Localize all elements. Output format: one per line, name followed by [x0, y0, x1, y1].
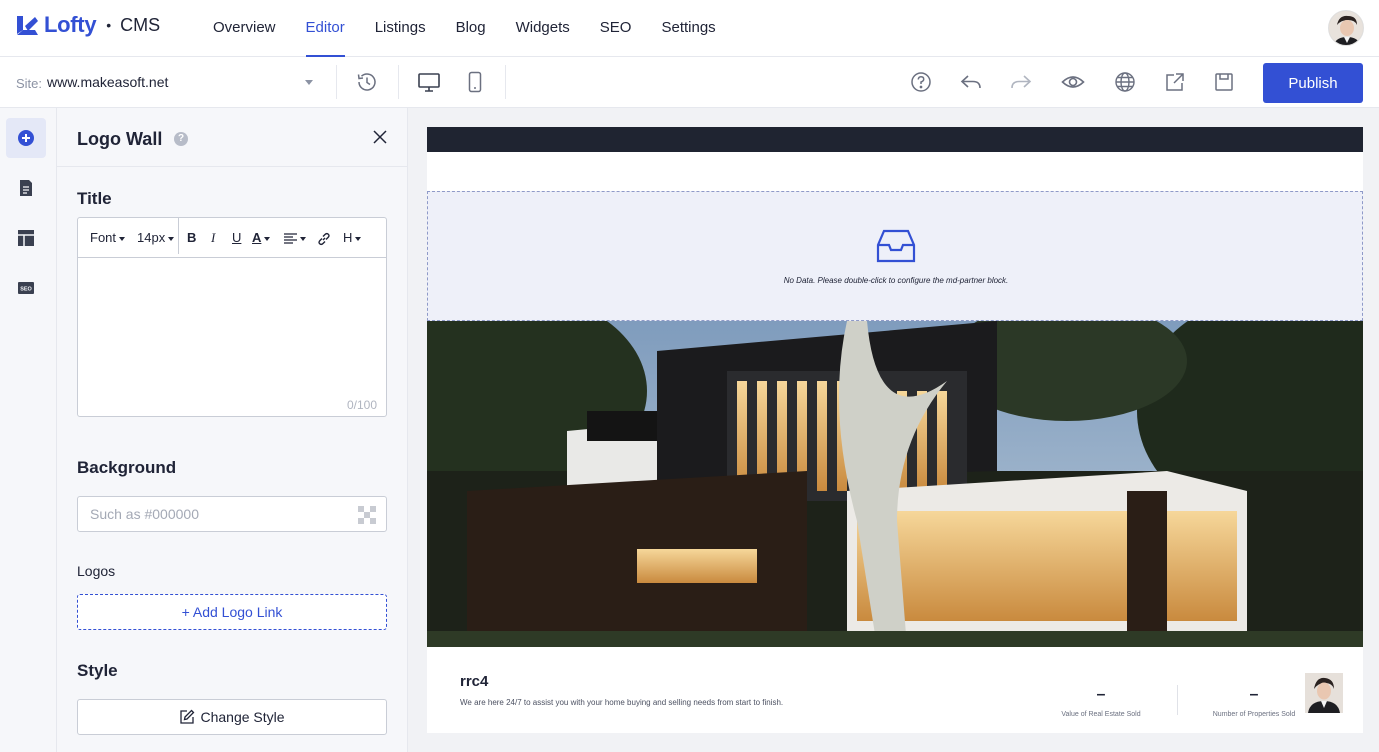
- site-dropdown-caret-icon[interactable]: [305, 80, 313, 85]
- site-header-bar: [427, 127, 1363, 152]
- font-family-dropdown[interactable]: Font: [90, 230, 126, 245]
- nav-seo[interactable]: SEO: [585, 0, 647, 57]
- top-navigation-bar: Lofty • CMS Overview Editor Listings Blo…: [0, 0, 1379, 57]
- agent-name: rrc4: [460, 673, 489, 690]
- text-color-button[interactable]: A: [252, 230, 271, 245]
- panel-header: Logo Wall ?: [57, 108, 407, 167]
- site-label: Site:: [16, 76, 43, 91]
- lofty-logo-icon: [17, 16, 38, 35]
- undo-icon[interactable]: [958, 69, 984, 95]
- stat-label: Number of Properties Sold: [1212, 711, 1296, 718]
- stat-value-sold: – Value of Real Estate Sold: [1041, 686, 1161, 719]
- stat-divider: [1177, 685, 1178, 715]
- nav-settings[interactable]: Settings: [646, 0, 730, 57]
- underline-button[interactable]: U: [232, 230, 241, 245]
- help-icon[interactable]: [908, 69, 934, 95]
- nav-widgets[interactable]: Widgets: [501, 0, 585, 57]
- md-partner-block[interactable]: No Data. Please double-click to configur…: [427, 191, 1363, 321]
- title-section-label: Title: [77, 189, 112, 208]
- agent-description: We are here 24/7 to assist you with your…: [460, 698, 784, 707]
- stat-value: –: [1096, 686, 1106, 703]
- background-color-input[interactable]: [78, 497, 338, 531]
- globe-icon[interactable]: [1112, 69, 1138, 95]
- close-icon[interactable]: [372, 129, 388, 145]
- nav-blog[interactable]: Blog: [441, 0, 501, 57]
- logos-label: Logos: [77, 563, 116, 579]
- background-section-label: Background: [77, 458, 177, 477]
- editor-toolbar: Site: www.makeasoft.net Publish: [0, 57, 1379, 108]
- product-name: CMS: [120, 14, 161, 35]
- style-section-label: Style: [77, 661, 118, 680]
- toolbar-divider: [336, 65, 337, 99]
- font-size-dropdown[interactable]: 14px: [137, 230, 175, 245]
- font-family-value: Font: [90, 230, 117, 245]
- toolbar-divider: [505, 65, 506, 99]
- editor-toolbar-divider: [178, 218, 179, 254]
- font-size-value: 14px: [137, 230, 166, 245]
- add-logo-link-button[interactable]: + Add Logo Link: [77, 594, 387, 630]
- publish-button[interactable]: Publish: [1263, 63, 1363, 103]
- italic-button[interactable]: I: [211, 230, 215, 246]
- left-tool-rail: SEO: [0, 108, 57, 752]
- user-avatar-image: [1329, 11, 1363, 45]
- toolbar-divider: [398, 65, 399, 99]
- align-dropdown[interactable]: [284, 230, 306, 245]
- no-data-message: No Data. Please double-click to configur…: [783, 276, 1009, 285]
- background-color-field: [77, 496, 387, 532]
- agent-photo: [1305, 673, 1343, 713]
- text-color-letter: A: [252, 230, 262, 245]
- change-style-button[interactable]: Change Style: [77, 699, 387, 735]
- title-rich-text-editor[interactable]: Font 14px B I U A H 0/100: [77, 217, 387, 417]
- share-export-icon[interactable]: [1162, 69, 1188, 95]
- block-settings-panel: Logo Wall ? Title Font 14px B I U A H 0/…: [57, 108, 408, 752]
- link-icon[interactable]: [317, 230, 331, 246]
- brand-name: Lofty: [44, 12, 97, 37]
- editor-toolbar: Font 14px B I U A H: [78, 218, 386, 258]
- stat-properties-sold: – Number of Properties Sold: [1194, 686, 1314, 719]
- align-left-icon: [284, 233, 297, 244]
- main-nav: Overview Editor Listings Blog Widgets SE…: [198, 0, 731, 57]
- nav-overview[interactable]: Overview: [198, 0, 291, 57]
- mobile-view-icon[interactable]: [462, 69, 488, 95]
- heading-letter: H: [343, 230, 353, 245]
- help-question-icon[interactable]: ?: [174, 132, 188, 146]
- pages-icon[interactable]: [6, 168, 46, 208]
- bold-button[interactable]: B: [187, 230, 196, 245]
- redo-icon[interactable]: [1008, 69, 1034, 95]
- inbox-empty-icon: [876, 229, 916, 263]
- svg-text:SEO: SEO: [20, 287, 32, 293]
- nav-editor[interactable]: Editor: [291, 0, 360, 57]
- user-avatar[interactable]: [1328, 10, 1364, 46]
- agent-info-bar: rrc4 We are here 24/7 to assist you with…: [427, 647, 1363, 733]
- seo-icon[interactable]: SEO: [6, 268, 46, 308]
- color-picker-icon[interactable]: [358, 506, 376, 524]
- change-style-label: Change Style: [200, 709, 285, 725]
- stat-value: –: [1249, 686, 1259, 703]
- history-icon[interactable]: [354, 69, 380, 95]
- site-selector[interactable]: www.makeasoft.net: [47, 74, 168, 90]
- add-block-icon[interactable]: [6, 118, 46, 158]
- page-preview: No Data. Please double-click to configur…: [427, 127, 1363, 733]
- character-counter: 0/100: [346, 398, 377, 412]
- nav-listings[interactable]: Listings: [360, 0, 441, 57]
- preview-canvas: No Data. Please double-click to configur…: [408, 108, 1379, 752]
- brand-separator: •: [106, 17, 112, 33]
- edit-icon: [180, 709, 195, 724]
- desktop-view-icon[interactable]: [416, 69, 442, 95]
- stat-label: Value of Real Estate Sold: [1061, 711, 1141, 718]
- layout-icon[interactable]: [6, 218, 46, 258]
- brand-logo[interactable]: Lofty • CMS: [14, 12, 160, 38]
- save-icon[interactable]: [1211, 69, 1237, 95]
- heading-dropdown[interactable]: H: [343, 230, 362, 245]
- preview-eye-icon[interactable]: [1060, 69, 1086, 95]
- panel-title: Logo Wall: [77, 129, 163, 149]
- hero-house-image: [427, 321, 1363, 647]
